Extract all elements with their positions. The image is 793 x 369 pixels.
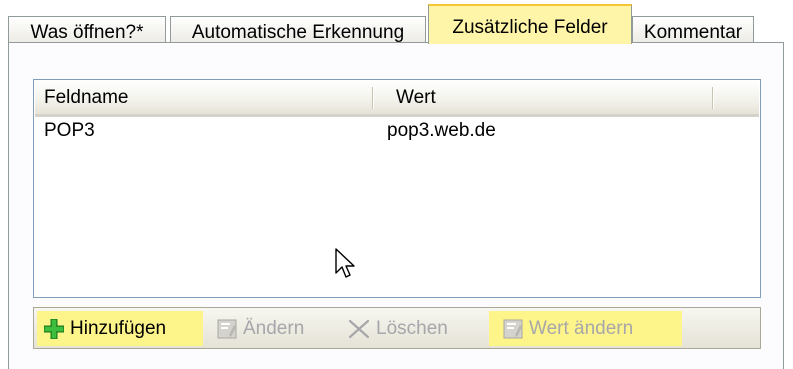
fields-toolbar: Hinzufügen Ändern Löschen Wert ändern xyxy=(33,307,761,349)
column-separator[interactable] xyxy=(712,87,713,109)
column-header-wert[interactable]: Wert xyxy=(396,87,436,109)
edit-document-icon xyxy=(217,319,237,338)
cell-feldname: POP3 xyxy=(44,120,95,141)
tab-automatische-erkennung[interactable]: Automatische Erkennung xyxy=(170,16,426,43)
add-button-label: Hinzufügen xyxy=(70,317,167,339)
delete-x-icon xyxy=(348,319,370,338)
edit-button-label: Ändern xyxy=(243,317,305,339)
edit-document-icon xyxy=(503,319,523,338)
tab-page-zusaetzliche-felder: Feldname Wert POP3 pop3.web.de Hinzufüge… xyxy=(8,42,784,369)
list-header: Feldname Wert xyxy=(35,81,759,117)
tab-zusaetzliche-felder[interactable]: Zusätzliche Felder xyxy=(428,4,632,44)
edit-button[interactable]: Ändern xyxy=(217,311,304,346)
plus-icon xyxy=(44,318,64,339)
edit-value-button[interactable]: Wert ändern xyxy=(503,311,633,346)
column-header-feldname[interactable]: Feldname xyxy=(44,87,129,109)
tab-kommentar[interactable]: Kommentar xyxy=(632,16,754,43)
mouse-pointer-icon xyxy=(335,248,355,278)
edit-value-button-label: Wert ändern xyxy=(529,317,634,339)
column-separator[interactable] xyxy=(372,87,373,109)
delete-button-label: Löschen xyxy=(376,317,448,339)
dialog-frame: Was öffnen?* Automatische Erkennung Zusä… xyxy=(0,0,793,369)
add-button[interactable]: Hinzufügen xyxy=(44,311,166,346)
fields-list[interactable]: Feldname Wert POP3 pop3.web.de xyxy=(33,79,761,298)
cell-wert: pop3.web.de xyxy=(387,120,496,141)
delete-button[interactable]: Löschen xyxy=(348,311,448,346)
tab-was-oeffnen[interactable]: Was öffnen?* xyxy=(8,16,166,43)
